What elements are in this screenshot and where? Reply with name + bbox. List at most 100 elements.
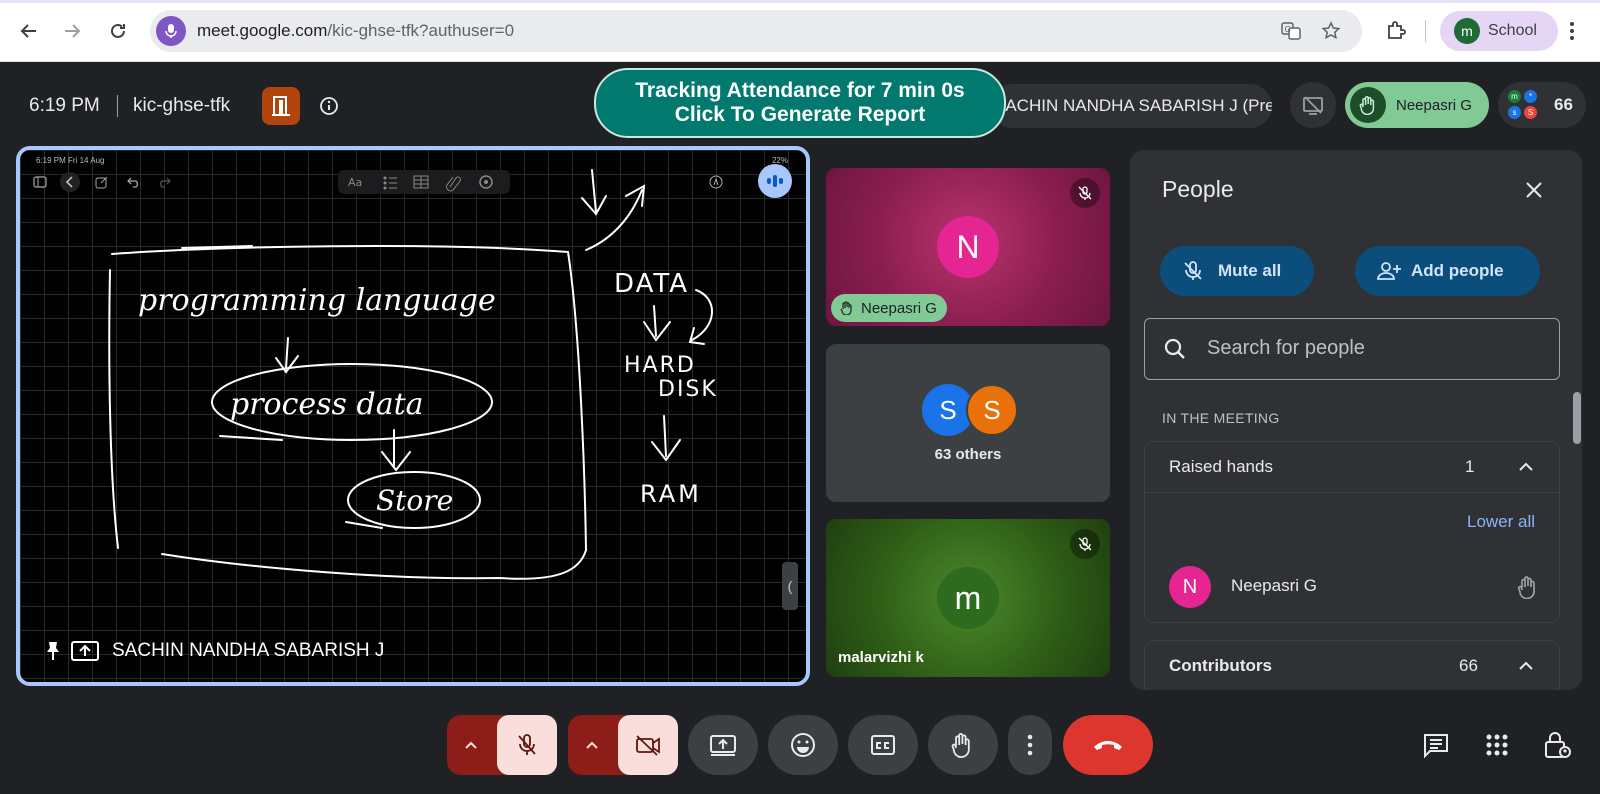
note-data: DATA (614, 269, 689, 299)
panel-title: People (1162, 176, 1234, 202)
profile-chip[interactable]: m School (1440, 11, 1558, 51)
forward-button[interactable] (55, 14, 89, 48)
search-field[interactable] (1144, 318, 1560, 380)
attendance-banner[interactable]: Tracking Attendance for 7 min 0s Click T… (594, 68, 1006, 138)
more-options-button[interactable] (1008, 715, 1052, 775)
raised-hand-name: Neepasri G (1396, 96, 1472, 114)
participant-tile-neepasri[interactable]: N Neepasri G (826, 168, 1110, 326)
arrow-to-store (381, 429, 411, 472)
mini-avatar: S (1524, 106, 1537, 119)
chevron-up-icon[interactable] (1515, 456, 1537, 478)
camera-options-button[interactable] (580, 733, 604, 757)
info-icon (320, 97, 338, 115)
note-ram: RAM (640, 480, 702, 508)
browser-menu-button[interactable] (1555, 14, 1589, 48)
tile-name: Neepasri G (861, 299, 937, 317)
raised-hand-chip: Neepasri G (831, 294, 947, 322)
raise-hand-button[interactable] (928, 715, 998, 775)
add-people-label: Add people (1411, 261, 1504, 280)
avatar: N (1169, 566, 1211, 608)
search-input[interactable] (1207, 337, 1537, 360)
activities-button[interactable] (1481, 729, 1513, 761)
url-text: meet.google.com/kic-ghse-tfk?authuser=0 (197, 21, 514, 41)
add-people-button[interactable]: Add people (1355, 246, 1540, 296)
mini-avatar: s (1508, 106, 1521, 119)
chevron-up-icon (586, 741, 598, 749)
address-bar[interactable]: meet.google.com/kic-ghse-tfk?authuser=0 … (150, 10, 1362, 52)
others-avatars: S S (922, 384, 1022, 436)
mic-toggle-button[interactable] (497, 715, 557, 775)
presentation-tile[interactable]: 6:19 PM Fri 14 Aug 22% Aa programming la… (16, 146, 810, 686)
meeting-info-button[interactable] (318, 95, 340, 117)
participant-count: 66 (1554, 95, 1573, 114)
toolbar-divider (1425, 20, 1426, 42)
browser-toolbar: meet.google.com/kic-ghse-tfk?authuser=0 … (0, 0, 1600, 62)
presenting-label: SACHIN NANDHA SABARISH J (Presenting) (994, 96, 1272, 115)
arrow-right-icon (65, 24, 81, 38)
mic-group (447, 715, 557, 775)
contributors-section: Contributors 66 (1144, 640, 1560, 690)
more-vert-icon (1570, 22, 1574, 40)
presenter-name: SACHIN NANDHA SABARISH J (112, 640, 385, 661)
url-path: /kic-ghse-tfk?authuser=0 (327, 21, 515, 40)
attendance-report-link[interactable]: Click To Generate Report (675, 103, 926, 127)
host-controls-button[interactable] (1541, 729, 1573, 761)
reload-button[interactable] (101, 14, 135, 48)
participant-avatars: m * s S (1508, 88, 1542, 122)
svg-text:G: G (1285, 25, 1291, 34)
mute-all-button[interactable]: Mute all (1160, 246, 1314, 296)
profile-label: School (1488, 22, 1537, 39)
person-add-icon (1377, 262, 1401, 280)
translate-icon[interactable]: G (1280, 20, 1302, 42)
arrow-left-icon (20, 24, 36, 38)
mic-off-icon (1070, 529, 1100, 559)
arrow-disk-ram (651, 415, 681, 462)
lower-all-button[interactable]: Lower all (1467, 512, 1535, 532)
raised-hands-label: Raised hands (1169, 457, 1273, 476)
arrow-data-hard (643, 305, 671, 342)
chat-icon (1424, 734, 1448, 758)
extensions-button[interactable] (1379, 14, 1413, 48)
in-meeting-heading: IN THE MEETING (1162, 410, 1280, 426)
meeting-time: 6:19 PM (29, 95, 100, 116)
raised-hand-icon (1350, 87, 1386, 123)
raised-hands-header[interactable]: Raised hands 1 (1145, 442, 1559, 492)
contributors-header[interactable]: Contributors 66 (1145, 641, 1559, 690)
present-button[interactable] (688, 715, 758, 775)
leave-call-button[interactable] (1063, 715, 1153, 775)
participant-tile-others[interactable]: S S 63 others (826, 344, 1110, 502)
tile-name: malarvizhi k (838, 649, 924, 666)
stop-presenting-button[interactable] (1290, 82, 1336, 128)
collapse-handle[interactable]: ( (782, 562, 798, 610)
reactions-button[interactable] (768, 715, 838, 775)
people-panel: People Mute all Add people IN THE MEETIN… (1130, 150, 1582, 690)
bookmark-star-icon[interactable] (1320, 20, 1342, 42)
camera-toggle-button[interactable] (618, 715, 678, 775)
puzzle-icon (1388, 21, 1406, 39)
mic-off-icon (518, 734, 536, 755)
note-title: programming language (138, 283, 496, 318)
handwritten-notes: programming language process data Store … (108, 169, 716, 580)
back-button[interactable] (12, 14, 46, 48)
chat-button[interactable] (1420, 729, 1452, 761)
contributors-count: 66 (1459, 656, 1478, 675)
raised-hand-icon (1515, 574, 1541, 600)
presenter-label-bar: SACHIN NANDHA SABARISH J (44, 636, 384, 666)
chevron-up-icon[interactable] (1515, 655, 1537, 677)
list-item[interactable]: N Neepasri G (1145, 560, 1559, 614)
captions-button[interactable] (848, 715, 918, 775)
presenting-chip[interactable]: SACHIN NANDHA SABARISH J (Presenting) (990, 84, 1272, 128)
call-end-icon (1094, 741, 1122, 750)
mic-options-button[interactable] (459, 733, 483, 757)
breakout-rooms-button[interactable] (262, 87, 300, 125)
panel-scrollbar[interactable] (1573, 392, 1581, 444)
people-button[interactable]: m * s S 66 (1498, 82, 1586, 128)
raised-hand-pill[interactable]: Neepasri G (1345, 82, 1489, 128)
participant-tile-malarvizhi[interactable]: m malarvizhi k (826, 519, 1110, 677)
camera-group (568, 715, 678, 775)
pin-icon[interactable] (44, 640, 62, 662)
search-icon (1164, 338, 1185, 359)
close-panel-button[interactable] (1520, 176, 1548, 204)
mini-avatar: m (1508, 90, 1521, 103)
emoji-icon (791, 733, 815, 757)
